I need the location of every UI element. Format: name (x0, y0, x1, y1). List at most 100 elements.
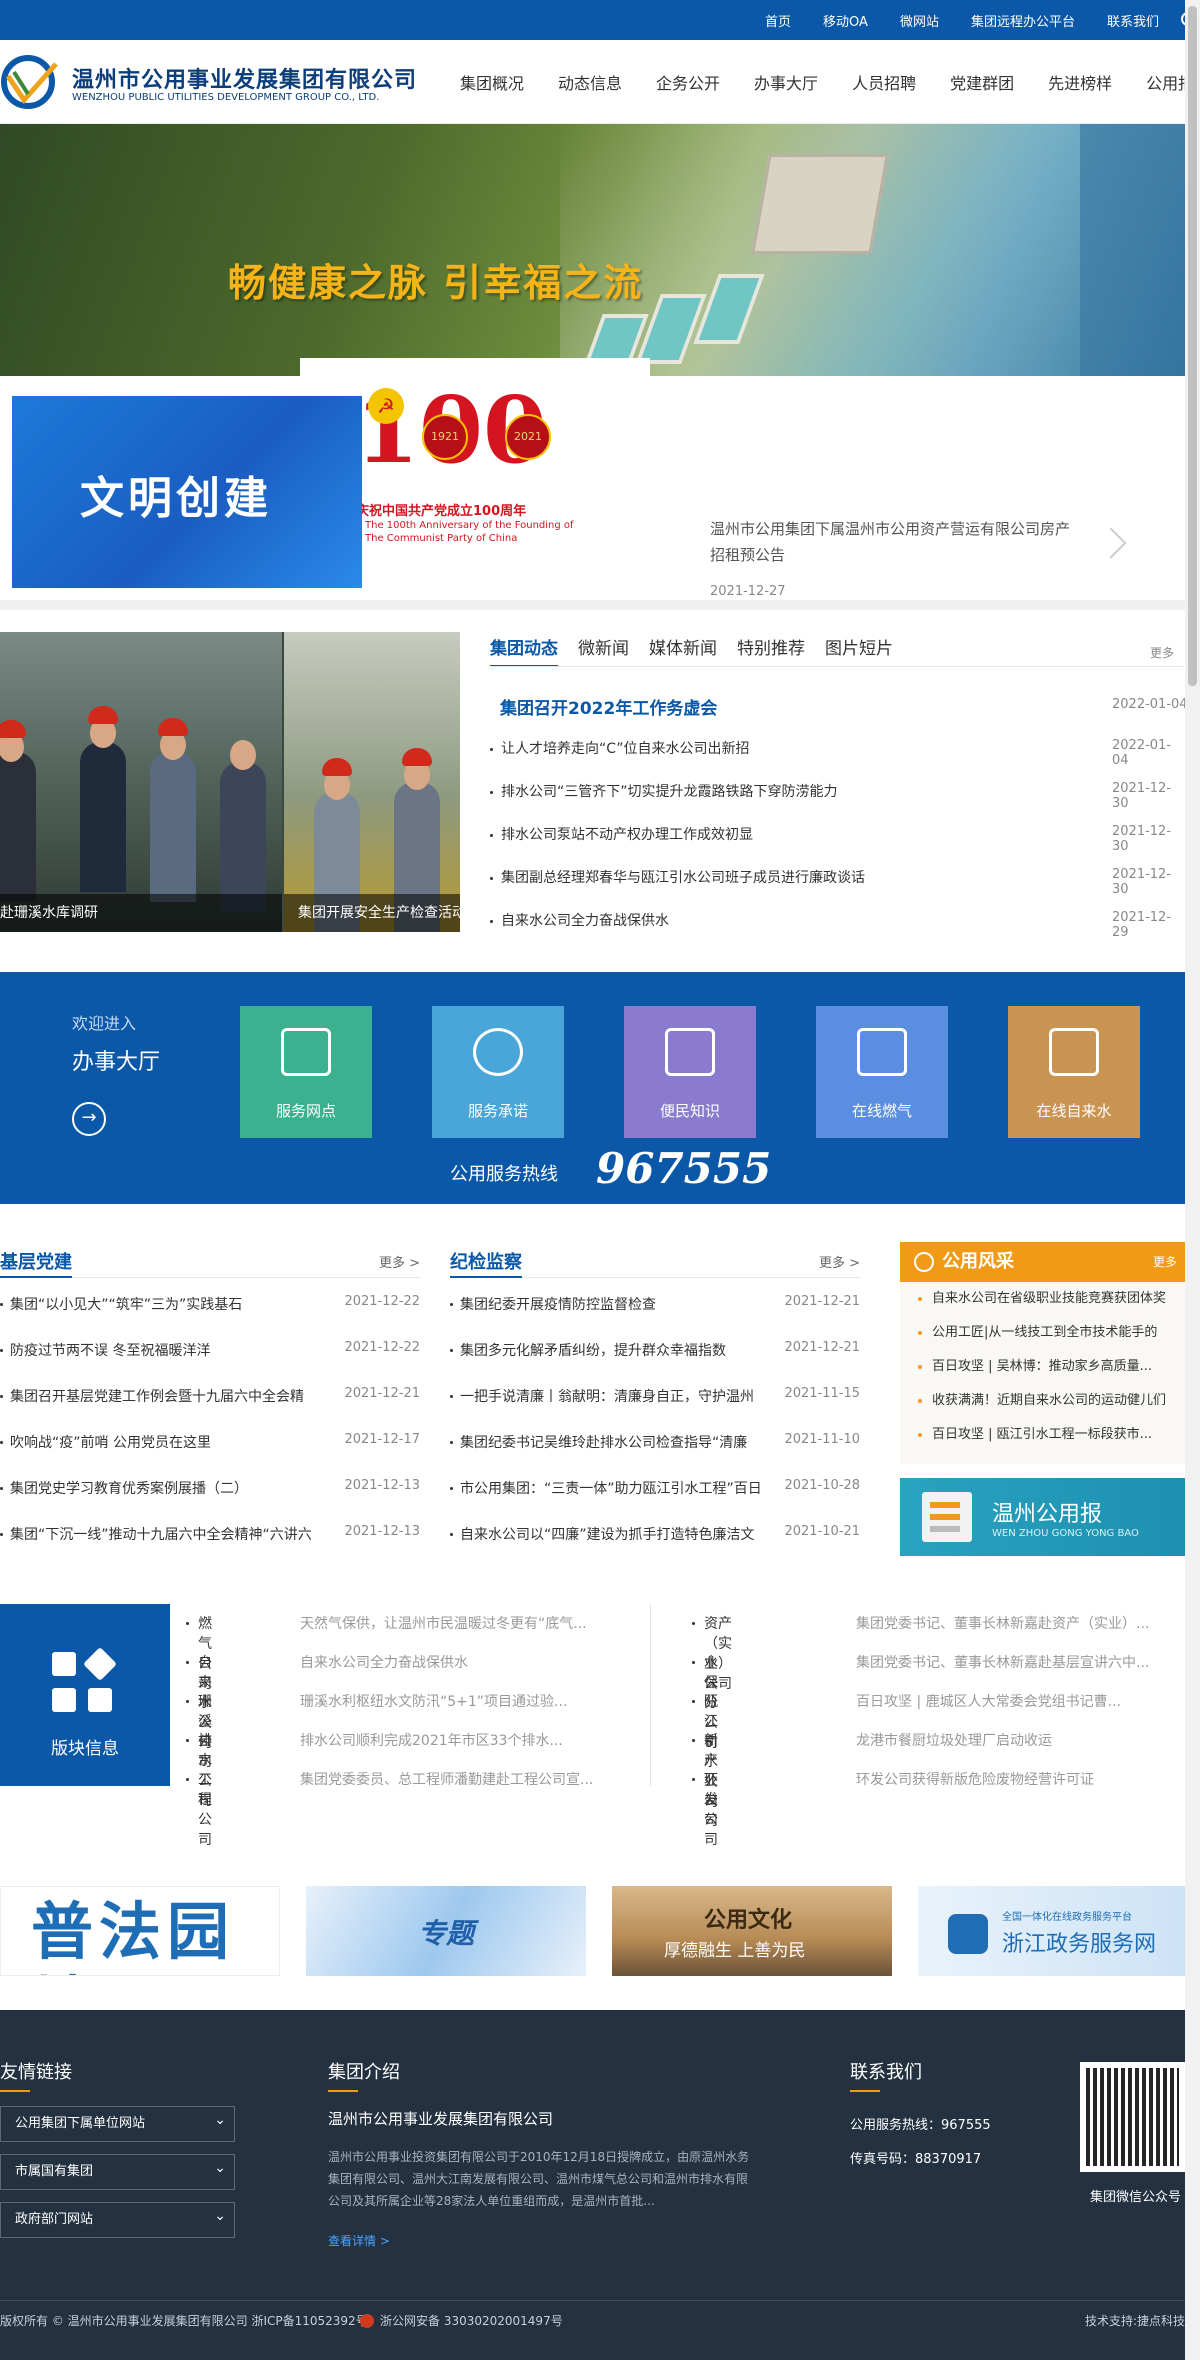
list-item[interactable]: 一把手说清廉丨翁献明：清廉身自正，守护温州 2021-11-15 (450, 1370, 860, 1416)
list-item[interactable]: 集团党史学习教育优秀案例展播（二） 2021-12-13 (0, 1462, 420, 1508)
list-item[interactable]: 吹响战“疫”前哨 公用党员在这里 2021-12-17 (0, 1416, 420, 1462)
sector-company[interactable]: 环发公司 (692, 1770, 718, 1850)
column-title-text[interactable]: 纪检监察 (450, 1252, 522, 1273)
nav-item-overview[interactable]: 集团概况 (460, 70, 524, 94)
company-logo-icon[interactable] (0, 54, 64, 110)
item-title[interactable]: 集团召开基层党建工作例会暨十九届六中全会精 (10, 1386, 328, 1406)
banner-culture[interactable]: 公用文化 厚德融生 上善为民 (612, 1886, 892, 1976)
friend-link-select-subsidiaries[interactable]: 公用集团下属单位网站 (0, 2103, 235, 2142)
sector-news[interactable]: 百日攻坚 | 鹿城区人大常委会党组书记曹... (856, 1692, 1172, 1712)
sector-news[interactable]: 排水公司顺利完成2021年市区33个排水... (300, 1731, 610, 1751)
service-tile-water[interactable]: 在线自来水 (1008, 1006, 1140, 1138)
friend-link-select-state-groups[interactable]: 市属国有集团 (0, 2151, 235, 2190)
list-item[interactable]: 集团“以小见大”“筑牢”三为”实践基石 2021-12-22 (0, 1278, 420, 1324)
newspaper-banner[interactable]: 温州公用报 WEN ZHOU GONG YONG BAO (900, 1478, 1185, 1556)
nav-item-disclosure[interactable]: 企务公开 (656, 70, 720, 94)
top-link-home[interactable]: 首页 (749, 11, 807, 30)
list-item[interactable]: 公用工匠|从一线技工到全市技术能手的 (900, 1316, 1185, 1350)
item-title[interactable]: 一把手说清廉丨翁献明：清廉身自正，守护温州 (460, 1386, 770, 1406)
top-link-contact[interactable]: 联系我们 (1091, 11, 1175, 30)
list-item[interactable]: 自来水公司全力奋战保供水 2021-12-29 (490, 910, 1185, 953)
sector-news[interactable]: 环发公司获得新版危险废物经营许可证 (856, 1770, 1172, 1790)
banner-law-garden[interactable]: 普法园地 (0, 1886, 280, 1976)
top-link-remote-office[interactable]: 集团远程办公平台 (955, 11, 1091, 30)
service-tile-outlets[interactable]: 服务网点 (240, 1006, 372, 1138)
item-title[interactable]: 吹响战“疫”前哨 公用党员在这里 (10, 1432, 328, 1452)
sector-news[interactable]: 珊溪水利枢纽水文防汛“5+1”项目通过验... (300, 1692, 610, 1712)
banner-zj-gov-service[interactable]: 全国一体化在线政务服务平台 浙江政务服务网 (918, 1886, 1185, 1976)
news-title[interactable]: 让人才培养走向“C”位自来水公司出新招 (501, 738, 750, 758)
item-title[interactable]: 集团纪委开展疫情防控监督检查 (460, 1294, 770, 1314)
arrow-right-icon[interactable]: → (72, 1102, 106, 1136)
item-title[interactable]: 集团党史学习教育优秀案例展播（二） (10, 1478, 328, 1498)
list-item[interactable]: 集团纪委开展疫情防控监督检查 2021-12-21 (450, 1278, 860, 1324)
chevron-right-icon[interactable] (1095, 527, 1127, 559)
item-title[interactable]: 自来水公司以“四廉”建设为抓手打造特色廉洁文 (460, 1524, 770, 1544)
sector-news[interactable]: 集团党委书记、董事长林新嘉赴资产（实业）... (856, 1614, 1172, 1634)
service-tile-knowledge[interactable]: 便民知识 (624, 1006, 756, 1138)
nav-item-recruit[interactable]: 人员招聘 (852, 70, 916, 94)
news-title[interactable]: 集团副总经理郑春华与瓯江引水公司班子成员进行廉政谈话 (501, 867, 865, 887)
nav-item-news[interactable]: 动态信息 (558, 70, 622, 94)
sector-news[interactable]: 集团党委书记、董事长林新嘉赴基层宣讲六中... (856, 1653, 1172, 1673)
list-item[interactable]: 集团副总经理郑春华与瓯江引水公司班子成员进行廉政谈话 2021-12-30 (490, 867, 1185, 910)
item-title[interactable]: 集团纪委书记吴维玲赴排水公司检查指导“清廉 (460, 1432, 770, 1452)
news-title[interactable]: 排水公司泵站不动产权办理工作成效初显 (501, 824, 753, 844)
item-title[interactable]: 集团多元化解矛盾纠纷，提升群众幸福指数 (460, 1340, 770, 1360)
item-title[interactable]: 防疫过节两不误 冬至祝福暖洋洋 (10, 1340, 328, 1360)
nav-item-party[interactable]: 党建群团 (950, 70, 1014, 94)
logo-title[interactable]: 温州市公用事业发展集团有限公司 (72, 62, 417, 94)
list-item[interactable]: 排水公司“三管齐下”切实提升龙霞路铁路下穿防涝能力 2021-12-30 (490, 781, 1185, 824)
tab-recommend[interactable]: 特别推荐 (737, 634, 805, 667)
style-showcase-title[interactable]: 公用风采 (942, 1251, 1014, 1272)
scrollbar-thumb[interactable] (1188, 6, 1197, 686)
list-item[interactable]: 防疫过节两不误 冬至祝福暖洋洋 2021-12-22 (0, 1324, 420, 1370)
list-item[interactable]: 集团多元化解矛盾纠纷，提升群众幸福指数 2021-12-21 (450, 1324, 860, 1370)
nav-item-models[interactable]: 先进榜样 (1048, 70, 1112, 94)
list-item[interactable]: 集团召开基层党建工作例会暨十九届六中全会精 2021-12-21 (0, 1370, 420, 1416)
list-item[interactable]: 收获满满！近期自来水公司的运动健儿们 (900, 1384, 1185, 1418)
sector-news[interactable]: 龙港市餐厨垃圾处理厂启动收运 (856, 1731, 1172, 1751)
hero-notice-text[interactable]: 温州市公用集团下属温州市公用资产营运有限公司房产招租预公告 (710, 516, 1080, 568)
service-tile-promise[interactable]: 服务承诺 (432, 1006, 564, 1138)
column-title-text[interactable]: 基层党建 (0, 1252, 72, 1273)
tech-support[interactable]: 技术支持:捷点科技 (1085, 2312, 1185, 2329)
list-item[interactable]: 让人才培养走向“C”位自来水公司出新招 2022-01-04 (490, 738, 1185, 781)
tab-media-news[interactable]: 媒体新闻 (649, 634, 717, 667)
list-item[interactable]: 集团“下沉一线”推动十九届六中全会精神“六讲六 2021-12-13 (0, 1508, 420, 1554)
top-link-oa[interactable]: 移动OA (807, 11, 884, 30)
news-more-link[interactable]: 更多 (1150, 644, 1174, 661)
more-link[interactable]: 更多 > (819, 1252, 860, 1271)
list-item[interactable]: 集团纪委书记吴维玲赴排水公司检查指导“清廉 2021-11-10 (450, 1416, 860, 1462)
list-item[interactable]: 排水公司泵站不动产权办理工作成效初显 2021-12-30 (490, 824, 1185, 867)
service-tile-gas[interactable]: 在线燃气 (816, 1006, 948, 1138)
sector-company[interactable]: 工程公司 (186, 1770, 212, 1850)
tab-micro-news[interactable]: 微新闻 (578, 634, 629, 667)
sector-news[interactable]: 集团党委委员、总工程师潘勤建赴工程公司宣... (300, 1770, 610, 1790)
civilization-card[interactable]: 文明创建 (12, 396, 362, 588)
news-title[interactable]: 排水公司“三管齐下”切实提升龙霞路铁路下穿防涝能力 (501, 781, 838, 801)
tab-photo-video[interactable]: 图片短片 (825, 634, 893, 667)
tab-group-news[interactable]: 集团动态 (490, 634, 558, 667)
footer-intro-more-link[interactable]: 查看详情 > (328, 2232, 390, 2249)
nav-item-service-hall[interactable]: 办事大厅 (754, 70, 818, 94)
top-link-microsite[interactable]: 微网站 (884, 11, 955, 30)
friend-link-select-gov-depts[interactable]: 政府部门网站 (0, 2199, 235, 2238)
service-hall-title[interactable]: 办事大厅 (72, 1044, 160, 1076)
sector-news[interactable]: 自来水公司全力奋战保供水 (300, 1653, 610, 1673)
list-item[interactable]: 市公用集团：“三责一体”助力瓯江引水工程”百日 2021-10-28 (450, 1462, 860, 1508)
item-title[interactable]: 集团“下沉一线”推动十九届六中全会精神“六讲六 (10, 1524, 328, 1544)
banner-special-topic[interactable]: 专题 (306, 1886, 586, 1976)
list-item[interactable]: 自来水公司在省级职业技能竞赛获团体奖 (900, 1282, 1185, 1316)
news-title[interactable]: 自来水公司全力奋战保供水 (501, 910, 669, 930)
list-item[interactable]: 百日攻坚 | 瓯江引水工程一标段获市... (900, 1418, 1185, 1452)
more-link[interactable]: 更多 (1153, 1242, 1177, 1282)
item-title[interactable]: 集团“以小见大”“筑牢”三为”实践基石 (10, 1294, 328, 1314)
list-item[interactable]: 自来水公司以“四廉”建设为抓手打造特色廉洁文 2021-10-21 (450, 1508, 860, 1554)
news-headline[interactable]: 集团召开2022年工作务虚会 (500, 694, 717, 719)
sector-blocks-tile[interactable]: 版块信息 (0, 1604, 170, 1786)
list-item[interactable]: 百日攻坚 | 吴林博：推动家乡高质量... (900, 1350, 1185, 1384)
news-photo-carousel[interactable]: 赴珊溪水库调研 集团开展安全生产检查活动 (0, 632, 460, 932)
sector-news[interactable]: 天然气保供，让温州市民温暖过冬更有“底气... (300, 1614, 610, 1634)
more-link[interactable]: 更多 > (379, 1252, 420, 1271)
